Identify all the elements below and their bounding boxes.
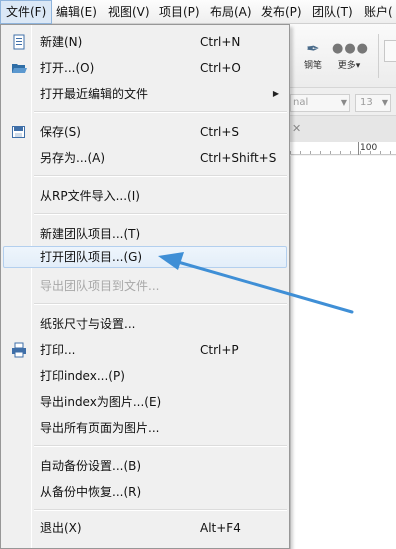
more-tools-label: 更多▾ — [337, 61, 361, 71]
font-size-value: 13 — [360, 97, 373, 108]
menu-item-restore-backup[interactable]: 从备份中恢复...(R) — [3, 481, 287, 503]
menu-file[interactable]: 文件(F) — [0, 0, 53, 24]
new-file-icon — [11, 34, 27, 50]
menu-separator — [34, 445, 287, 447]
menu-item-print[interactable]: 打印... Ctrl+P — [3, 339, 287, 361]
menu-item-import-rp[interactable]: 从RP文件导入...(I) — [3, 185, 287, 207]
menu-item-label: 打开最近编辑的文件 — [40, 87, 149, 101]
menu-layout[interactable]: 布局(A) — [205, 0, 257, 24]
menu-separator — [34, 509, 287, 511]
menu-item-page-setup[interactable]: 纸张尺寸与设置... — [3, 313, 287, 335]
menu-item-shortcut: Ctrl+O — [200, 61, 241, 75]
menu-item-shortcut: Ctrl+Shift+S — [200, 151, 277, 165]
menu-item-save[interactable]: 保存(S) Ctrl+S — [3, 121, 287, 143]
menu-item-label: 打印... — [40, 343, 76, 357]
menu-item-label: 退出(X) — [40, 521, 82, 535]
menu-item-export-team-project: 导出团队项目到文件... — [3, 275, 287, 297]
menu-item-label: 导出index为图片...(E) — [40, 395, 162, 409]
menu-separator — [34, 175, 287, 177]
menu-item-label: 打开团队项目...(G) — [40, 250, 143, 264]
menu-item-label: 导出团队项目到文件... — [40, 279, 160, 293]
menu-separator — [34, 303, 287, 305]
menu-item-exit[interactable]: 退出(X) Alt+F4 — [3, 517, 287, 539]
menu-item-autobackup-settings[interactable]: 自动备份设置...(B) — [3, 455, 287, 477]
font-size-select[interactable]: 13 ▼ — [355, 94, 391, 112]
menu-item-print-index[interactable]: 打印index...(P) — [3, 365, 287, 387]
more-dots-icon: ●●● — [332, 41, 370, 56]
file-menu-dropdown: 新建(N) Ctrl+N 打开...(O) Ctrl+O 打开最近编辑的文件 ▶… — [0, 24, 290, 549]
chevron-down-icon: ▼ — [340, 98, 347, 107]
menu-item-export-index-image[interactable]: 导出index为图片...(E) — [3, 391, 287, 413]
menu-item-label: 打印index...(P) — [40, 369, 125, 383]
ruler-major-tick — [358, 142, 359, 155]
menu-project[interactable]: 项目(P) — [154, 0, 205, 24]
menu-separator — [34, 111, 287, 113]
open-folder-icon — [11, 60, 27, 76]
menu-item-open[interactable]: 打开...(O) Ctrl+O — [3, 57, 287, 79]
font-family-select[interactable]: nal ▼ — [290, 94, 350, 112]
menu-item-shortcut: Ctrl+N — [200, 35, 241, 49]
menu-item-label: 从RP文件导入...(I) — [40, 189, 140, 203]
more-tools-button[interactable]: ●●● 更多▾ — [332, 40, 370, 71]
submenu-arrow-icon: ▶ — [272, 89, 279, 98]
horizontal-ruler — [290, 142, 396, 155]
close-icon[interactable]: ✕ — [292, 122, 301, 135]
menu-item-new[interactable]: 新建(N) Ctrl+N — [3, 31, 287, 53]
menu-item-label: 新建团队项目...(T) — [40, 227, 141, 241]
design-canvas[interactable] — [290, 156, 396, 549]
menu-item-shortcut: Ctrl+P — [200, 343, 239, 357]
menu-item-label: 导出所有页面为图片... — [40, 421, 160, 435]
menu-item-label: 新建(N) — [40, 35, 83, 49]
menu-item-open-recent[interactable]: 打开最近编辑的文件 ▶ — [3, 83, 287, 105]
menu-edit[interactable]: 编辑(E) — [51, 0, 102, 24]
menu-view[interactable]: 视图(V) — [103, 0, 155, 24]
menu-item-label: 保存(S) — [40, 125, 81, 139]
ruler-mark-label: 100 — [360, 143, 378, 153]
menu-item-label: 打开...(O) — [40, 61, 95, 75]
menu-item-label: 另存为...(A) — [40, 151, 106, 165]
menu-item-new-team-project[interactable]: 新建团队项目...(T) — [3, 223, 287, 245]
chevron-down-icon: ▼ — [381, 98, 388, 107]
pen-tool-label: 钢笔 — [303, 61, 322, 71]
vertical-ruler — [290, 156, 291, 549]
printer-icon — [11, 342, 27, 358]
menu-item-label: 纸张尺寸与设置... — [40, 317, 136, 331]
menu-item-shortcut: Ctrl+S — [200, 125, 240, 139]
menu-item-export-all-images[interactable]: 导出所有页面为图片... — [3, 417, 287, 439]
menu-item-label: 自动备份设置...(B) — [40, 459, 142, 473]
pen-tool-button[interactable]: ✒ 钢笔 — [300, 39, 326, 72]
toolbar-divider — [378, 34, 379, 78]
font-family-value: nal — [293, 97, 309, 108]
pen-icon: ✒ — [306, 39, 320, 58]
menu-separator — [34, 213, 287, 215]
menu-item-open-team-project[interactable]: 打开团队项目...(G) — [3, 246, 287, 268]
page-tabstrip — [290, 116, 396, 142]
menu-account[interactable]: 账户( — [359, 0, 396, 24]
save-icon — [11, 124, 27, 140]
toolbar-partial-control[interactable] — [384, 40, 396, 62]
menu-publish[interactable]: 发布(P) — [256, 0, 307, 24]
menu-bar: 文件(F) 编辑(E) 视图(V) 项目(P) 布局(A) 发布(P) 团队(T… — [0, 0, 396, 24]
menu-item-label: 从备份中恢复...(R) — [40, 485, 142, 499]
menu-item-save-as[interactable]: 另存为...(A) Ctrl+Shift+S — [3, 147, 287, 169]
menu-team[interactable]: 团队(T) — [307, 0, 358, 24]
menu-item-shortcut: Alt+F4 — [200, 521, 241, 535]
